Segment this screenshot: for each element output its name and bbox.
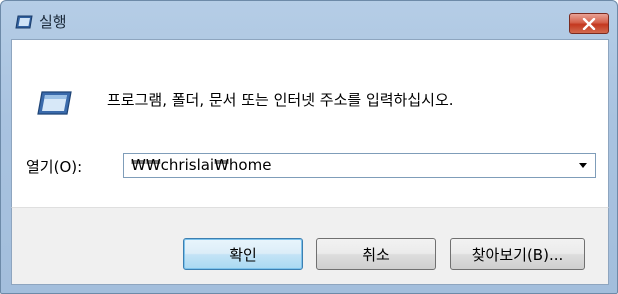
open-input-value[interactable]: ₩₩chrislai₩home [131, 156, 271, 174]
cancel-button[interactable]: 취소 [316, 238, 436, 270]
open-combobox[interactable]: ₩₩chrislai₩home [123, 153, 596, 178]
open-label: 열기(O): [26, 158, 83, 176]
prompt-text: 프로그램, 폴더, 문서 또는 인터넷 주소를 입력하십시오. [107, 91, 454, 109]
button-bar: 확인 취소 찾아보기(B)... [11, 207, 609, 285]
browse-button[interactable]: 찾아보기(B)... [450, 238, 585, 270]
dialog-body: 프로그램, 폴더, 문서 또는 인터넷 주소를 입력하십시오. 열기(O): ₩… [11, 39, 609, 207]
window-title: 실행 [39, 13, 67, 31]
title-bar[interactable]: 실행 [1, 1, 617, 39]
close-icon [582, 17, 596, 30]
run-dialog: 실행 프로그램, 폴더, 문서 또는 인터넷 주소를 입력하십시오. 열기(O)… [0, 0, 618, 294]
program-icon [36, 90, 72, 116]
ok-button[interactable]: 확인 [183, 238, 303, 270]
close-button[interactable] [569, 13, 609, 34]
chevron-down-icon[interactable] [579, 163, 587, 168]
run-icon [15, 14, 33, 29]
